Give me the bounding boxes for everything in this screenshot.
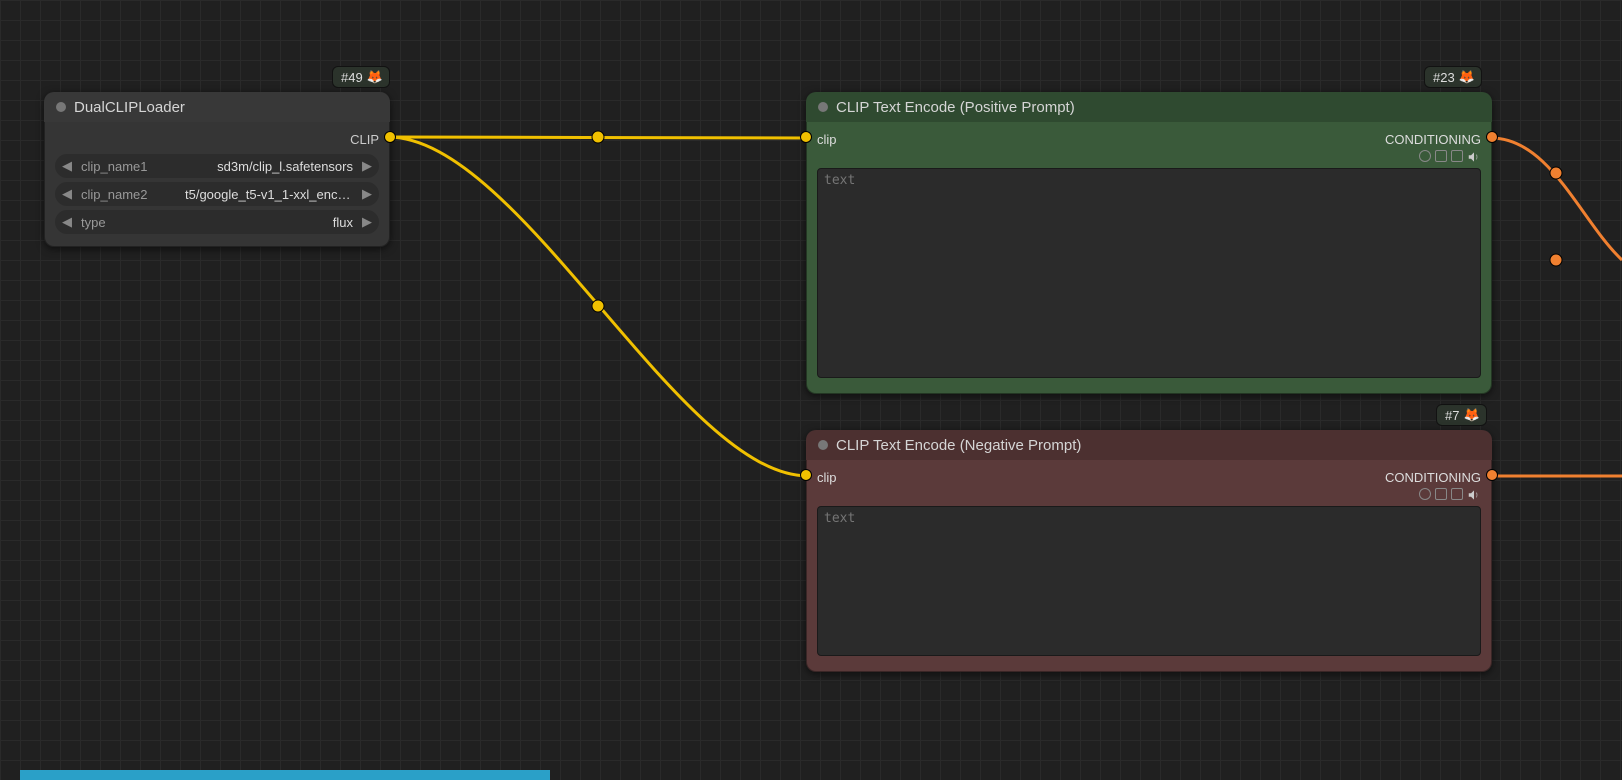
- toggle-options-icon[interactable]: [1451, 488, 1463, 500]
- input-label-clip: clip: [817, 470, 837, 485]
- node-mini-toolbar: [817, 488, 1481, 502]
- chevron-right-icon[interactable]: ▶: [359, 186, 375, 202]
- bottom-progress-bar: [20, 770, 550, 780]
- speaker-icon[interactable]: [1467, 488, 1481, 502]
- toggle-pin-icon[interactable]: [1419, 150, 1431, 162]
- node-title: DualCLIPLoader: [74, 99, 185, 116]
- node-badge-negative[interactable]: #7 🦊: [1436, 404, 1487, 426]
- node-titlebar[interactable]: CLIP Text Encode (Negative Prompt): [806, 430, 1492, 460]
- widget-name: clip_name1: [75, 159, 154, 174]
- toggle-collapse-icon[interactable]: [1435, 150, 1447, 162]
- node-title: CLIP Text Encode (Negative Prompt): [836, 437, 1081, 454]
- output-socket-clip[interactable]: [384, 131, 396, 143]
- node-badge-positive[interactable]: #23 🦊: [1424, 66, 1482, 88]
- input-socket-clip[interactable]: [800, 469, 812, 481]
- node-mini-toolbar: [817, 150, 1481, 164]
- toggle-options-icon[interactable]: [1451, 150, 1463, 162]
- badge-emoji: 🦊: [1459, 69, 1475, 85]
- negative-prompt-textbox[interactable]: [817, 506, 1481, 656]
- widget-clip-name2[interactable]: ◀ clip_name2 t5/google_t5-v1_1-xxl_enco……: [55, 182, 379, 206]
- widget-type[interactable]: ◀ type flux ▶: [55, 210, 379, 234]
- positive-prompt-textbox[interactable]: [817, 168, 1481, 378]
- node-status-dot: [818, 440, 828, 450]
- output-label-clip: CLIP: [350, 132, 379, 147]
- output-label-conditioning: CONDITIONING: [1385, 132, 1481, 147]
- node-dual-clip-loader[interactable]: DualCLIPLoader CLIP ◀ clip_name1 sd3m/cl…: [44, 92, 390, 247]
- chevron-left-icon[interactable]: ◀: [59, 214, 75, 230]
- node-title: CLIP Text Encode (Positive Prompt): [836, 99, 1075, 116]
- speaker-icon[interactable]: [1467, 150, 1481, 164]
- node-status-dot: [818, 102, 828, 112]
- widget-clip-name1[interactable]: ◀ clip_name1 sd3m/clip_l.safetensors ▶: [55, 154, 379, 178]
- node-clip-text-encode-negative[interactable]: CLIP Text Encode (Negative Prompt) clip …: [806, 430, 1492, 672]
- node-titlebar[interactable]: DualCLIPLoader: [44, 92, 390, 122]
- output-label-conditioning: CONDITIONING: [1385, 470, 1481, 485]
- chevron-right-icon[interactable]: ▶: [359, 214, 375, 230]
- badge-emoji: 🦊: [1463, 407, 1479, 423]
- input-socket-clip[interactable]: [800, 131, 812, 143]
- chevron-left-icon[interactable]: ◀: [59, 158, 75, 174]
- node-clip-text-encode-positive[interactable]: CLIP Text Encode (Positive Prompt) clip …: [806, 92, 1492, 394]
- badge-label: #7: [1445, 408, 1459, 423]
- widget-name: type: [75, 215, 112, 230]
- node-titlebar[interactable]: CLIP Text Encode (Positive Prompt): [806, 92, 1492, 122]
- badge-emoji: 🦊: [367, 69, 383, 85]
- widget-value: t5/google_t5-v1_1-xxl_enco…: [179, 187, 359, 202]
- toggle-pin-icon[interactable]: [1419, 488, 1431, 500]
- output-socket-conditioning[interactable]: [1486, 469, 1498, 481]
- widget-value: flux: [327, 215, 359, 230]
- output-socket-conditioning[interactable]: [1486, 131, 1498, 143]
- badge-label: #23: [1433, 70, 1455, 85]
- node-status-dot: [56, 102, 66, 112]
- input-label-clip: clip: [817, 132, 837, 147]
- node-badge-loader[interactable]: #49 🦊: [332, 66, 390, 88]
- widget-name: clip_name2: [75, 187, 154, 202]
- chevron-right-icon[interactable]: ▶: [359, 158, 375, 174]
- chevron-left-icon[interactable]: ◀: [59, 186, 75, 202]
- toggle-collapse-icon[interactable]: [1435, 488, 1447, 500]
- widget-value: sd3m/clip_l.safetensors: [211, 159, 359, 174]
- badge-label: #49: [341, 70, 363, 85]
